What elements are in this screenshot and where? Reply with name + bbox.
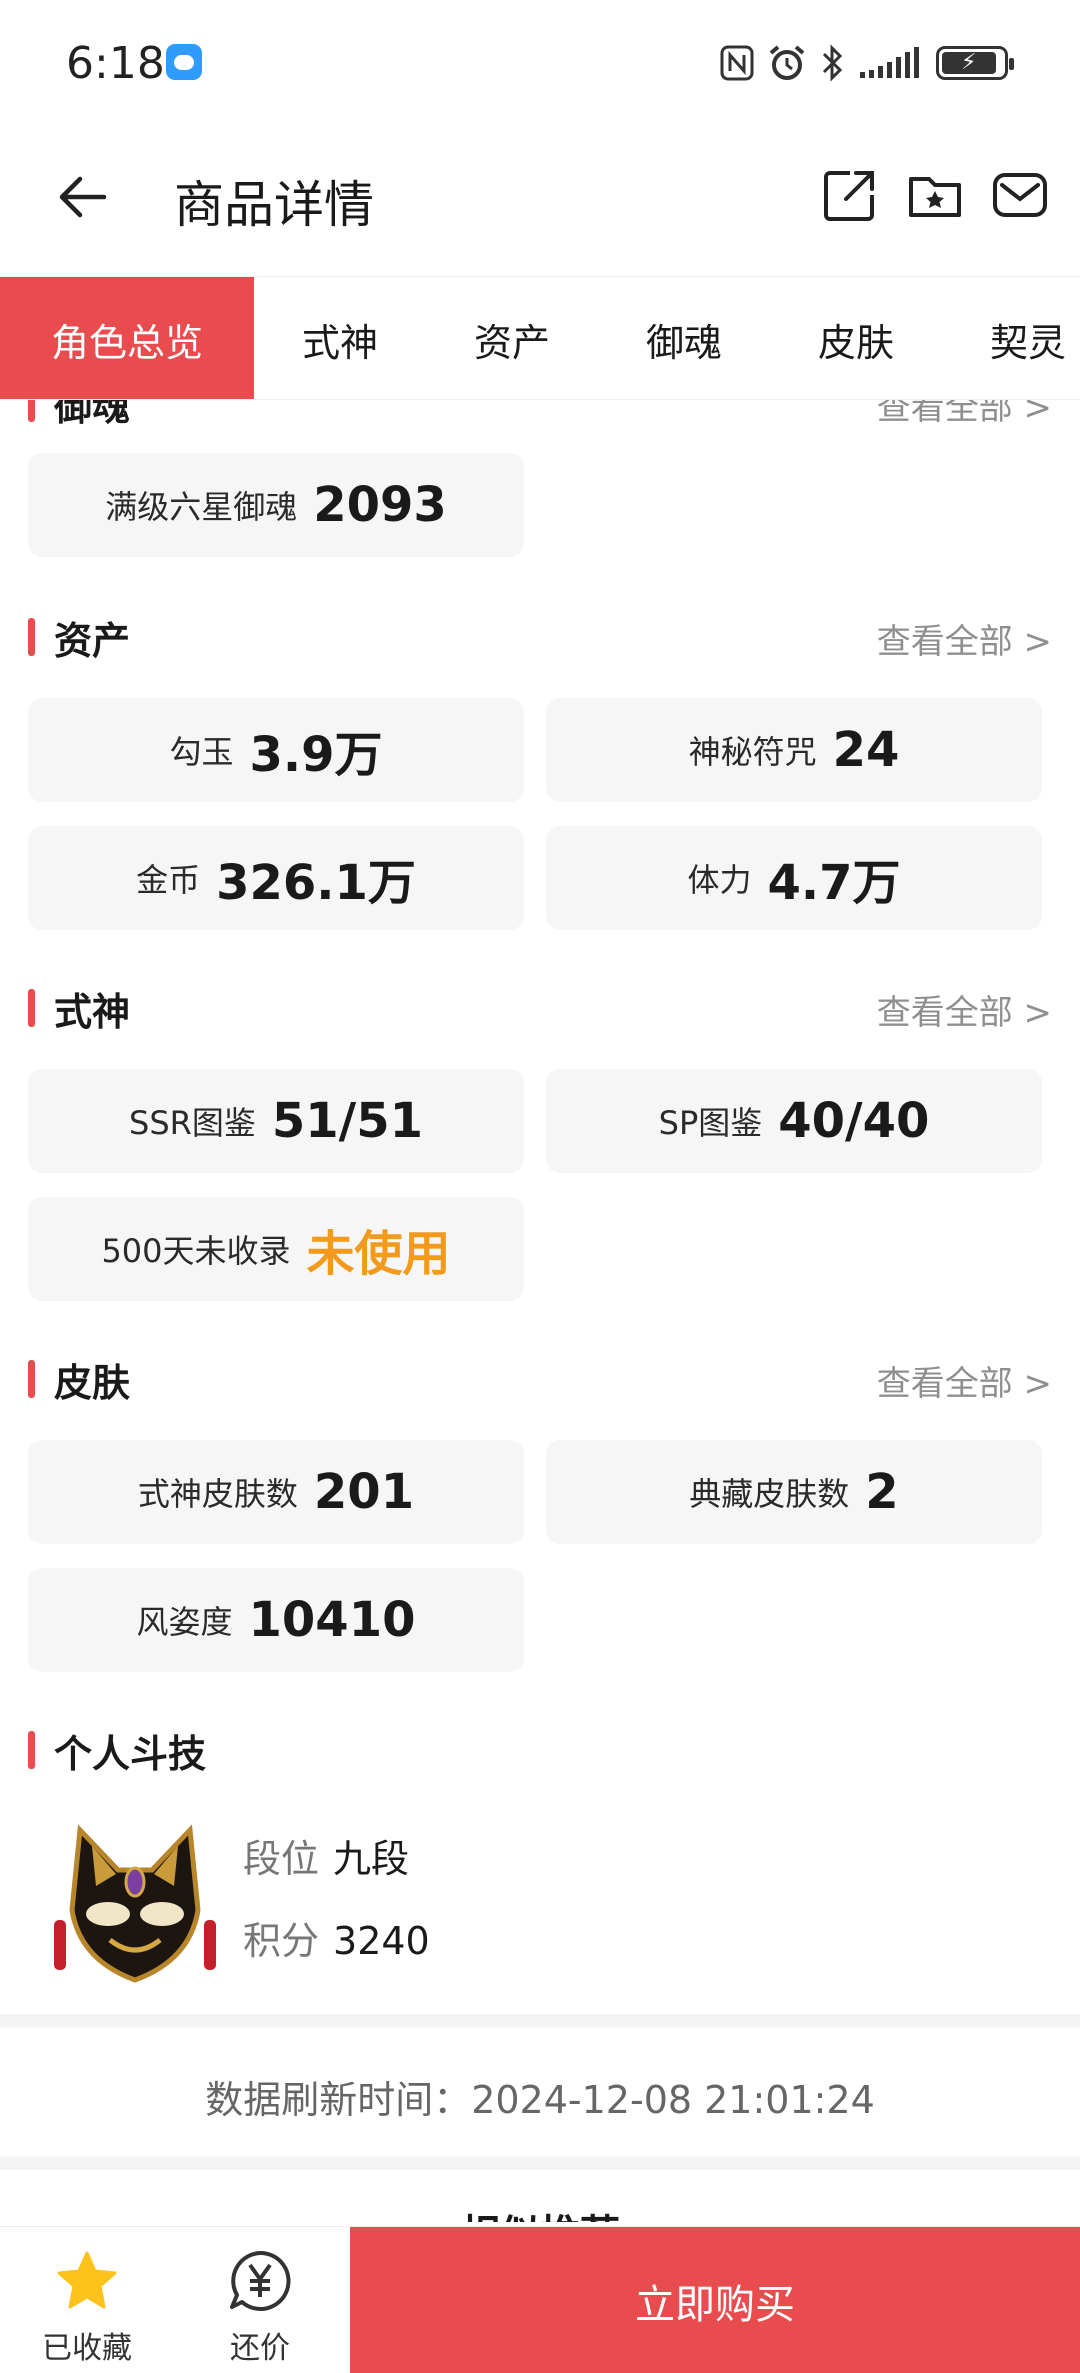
- stat-value: 2: [865, 1464, 899, 1520]
- back-arrow-icon[interactable]: [52, 167, 112, 227]
- rank-value: 九段: [333, 1837, 410, 1881]
- section-skins-header: 皮肤 查看全部 >: [28, 1352, 1052, 1405]
- bargain-label: 还价: [230, 2331, 290, 2366]
- rank-avatar-fox-mask-icon: [54, 1824, 216, 1983]
- stat-value: 51/51: [271, 1093, 423, 1149]
- tab-assets[interactable]: 资产: [426, 277, 598, 399]
- stat-card: 神秘符咒 24: [546, 698, 1042, 802]
- bluetooth-icon: [822, 44, 843, 82]
- bottom-action-bar: 已收藏 还价 立即购买: [0, 2226, 1080, 2373]
- stat-card: 体力 4.7万: [546, 826, 1042, 930]
- stat-label: 典藏皮肤数: [689, 1475, 850, 1513]
- score-label: 积分: [243, 1919, 320, 1963]
- stat-value: 10410: [248, 1592, 416, 1648]
- divider: [0, 2014, 1080, 2028]
- section-title: 个人斗技: [54, 1732, 207, 1776]
- favorite-label: 已收藏: [42, 2331, 132, 2366]
- section-pvp-header: 个人斗技: [28, 1723, 1052, 1776]
- stat-value: 2093: [313, 477, 447, 533]
- status-time: 6:18: [66, 38, 165, 89]
- stat-value: 未使用: [306, 1226, 451, 1282]
- stat-label: 金币: [136, 861, 201, 899]
- nfc-icon: [720, 45, 754, 81]
- section-marker: [28, 618, 35, 656]
- section-title: 皮肤: [54, 1361, 131, 1405]
- stat-label: 500天未收录: [101, 1232, 291, 1270]
- tab-shikigami[interactable]: 式神: [254, 277, 426, 399]
- refresh-time-text: 数据刷新时间：2024-12-08 21:01:24: [205, 2078, 875, 2122]
- stat-label: SP图鉴: [658, 1104, 763, 1142]
- page-title: 商品详情: [174, 176, 374, 234]
- folder-star-icon[interactable]: [905, 165, 965, 225]
- yen-bubble-icon: [230, 2250, 291, 2311]
- stat-label: 满级六星御魂: [105, 488, 298, 526]
- section-title: 式神: [54, 990, 131, 1034]
- stat-card: 式神皮肤数 201: [28, 1440, 524, 1544]
- status-bar: 6:18 ⚡: [0, 0, 1080, 125]
- tab-yuhun[interactable]: 御魂: [598, 277, 770, 399]
- stat-label: 体力: [687, 861, 752, 899]
- score-row: 积分 3240: [243, 1910, 430, 1965]
- share-icon[interactable]: [820, 165, 880, 225]
- status-icons: ⚡: [720, 40, 1014, 86]
- stat-card: 500天未收录 未使用: [28, 1197, 524, 1301]
- tab-qiling[interactable]: 契灵: [942, 277, 1080, 399]
- stat-card: 风姿度 10410: [28, 1568, 524, 1672]
- section-title: 资产: [54, 619, 131, 663]
- stat-card: SSR图鉴 51/51: [28, 1069, 524, 1173]
- section-shikigami-header: 式神 查看全部 >: [28, 981, 1052, 1034]
- favorite-button[interactable]: 已收藏: [12, 2227, 162, 2373]
- score-value: 3240: [333, 1919, 430, 1963]
- stat-card: 典藏皮肤数 2: [546, 1440, 1042, 1544]
- section-title: 御魂: [54, 400, 131, 429]
- app-header: 商品详情: [0, 125, 1080, 275]
- stat-value: 40/40: [778, 1093, 930, 1149]
- section-marker: [28, 1731, 35, 1769]
- rank-row: 段位 九段: [243, 1828, 409, 1883]
- rank-label: 段位: [243, 1837, 320, 1881]
- signal-icon: [860, 47, 919, 78]
- similar-recommend-title: 相似推荐: [0, 2202, 1080, 2222]
- stat-label: 式神皮肤数: [137, 1475, 298, 1513]
- section-marker: [28, 400, 35, 422]
- stat-card: 金币 326.1万: [28, 826, 524, 930]
- stat-card: SP图鉴 40/40: [546, 1069, 1042, 1173]
- message-app-icon: [166, 44, 202, 80]
- battery-icon: ⚡: [936, 46, 1014, 80]
- content-scroll[interactable]: 御魂 查看全部 > 满级六星御魂 2093 资产 查看全部 > 勾玉 3.9万 …: [0, 400, 1080, 2222]
- stat-label: 勾玉: [169, 733, 234, 771]
- stat-value: 4.7万: [767, 855, 901, 911]
- tab-bar: 角色总览 式神 资产 御魂 皮肤 契灵: [0, 276, 1080, 400]
- section-yuhun-header: 御魂 查看全部 >: [28, 400, 1052, 429]
- stat-card: 满级六星御魂 2093: [28, 453, 524, 557]
- section-marker: [28, 1360, 35, 1398]
- view-all-link[interactable]: 查看全部 >: [877, 614, 1052, 663]
- tab-skins[interactable]: 皮肤: [770, 277, 942, 399]
- stat-value: 3.9万: [249, 727, 383, 783]
- section-marker: [28, 989, 35, 1027]
- stat-label: SSR图鉴: [129, 1104, 256, 1142]
- section-assets-header: 资产 查看全部 >: [28, 610, 1052, 663]
- divider: [0, 2156, 1080, 2170]
- view-all-link[interactable]: 查看全部 >: [877, 1356, 1052, 1405]
- view-all-link[interactable]: 查看全部 >: [877, 985, 1052, 1034]
- stat-value: 201: [313, 1464, 415, 1520]
- star-icon: [57, 2251, 117, 2309]
- mail-icon[interactable]: [990, 165, 1050, 225]
- stat-card: 勾玉 3.9万: [28, 698, 524, 802]
- view-all-link[interactable]: 查看全部 >: [877, 400, 1052, 429]
- buy-now-button[interactable]: 立即购买: [350, 2227, 1080, 2373]
- stat-value: 24: [832, 722, 900, 778]
- stat-label: 神秘符咒: [688, 733, 817, 771]
- alarm-icon: [769, 45, 805, 80]
- bargain-button[interactable]: 还价: [185, 2227, 335, 2373]
- stat-label: 风姿度: [136, 1603, 233, 1641]
- stat-value: 326.1万: [216, 855, 416, 911]
- tab-overview[interactable]: 角色总览: [0, 277, 254, 399]
